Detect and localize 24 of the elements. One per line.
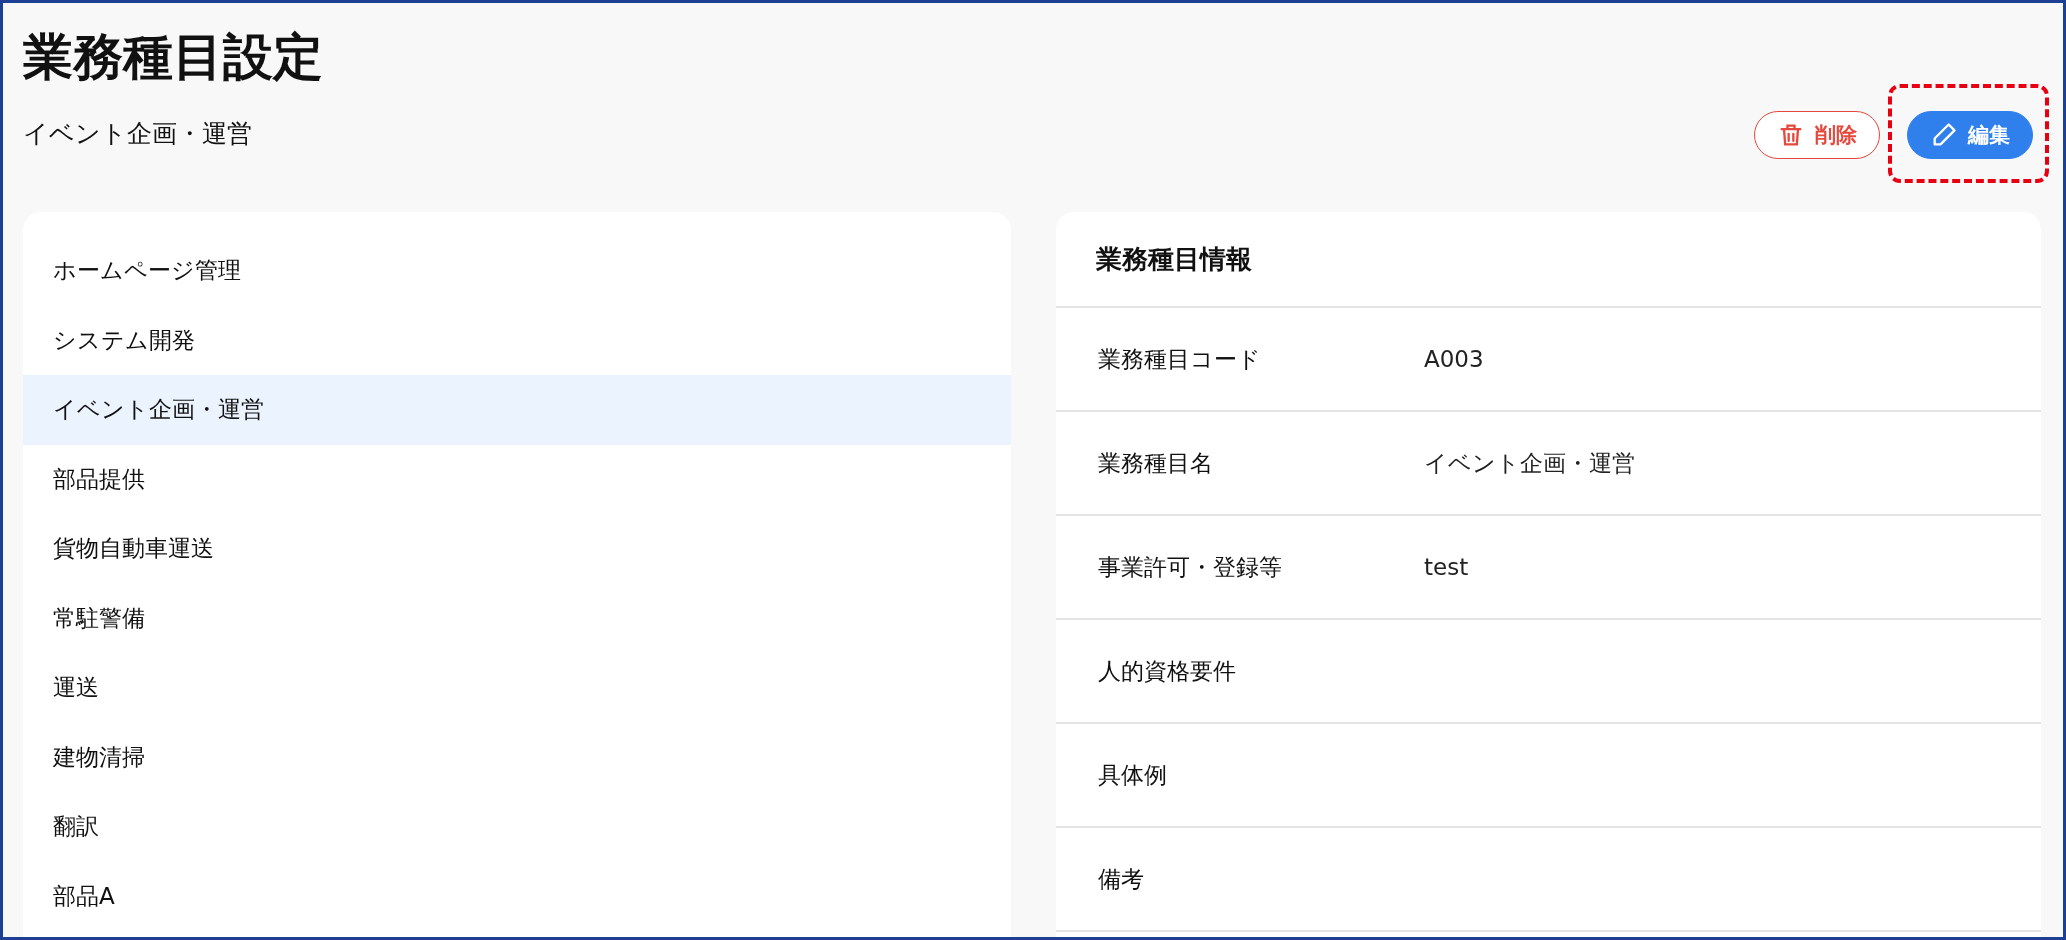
list-item[interactable]: 部品提供 [23,444,1011,514]
list-item[interactable]: 部品A [23,861,1011,931]
field-label: 備考 [1097,864,1145,894]
field-value: test [1424,554,1469,580]
field-value: A003 [1424,346,1484,372]
field-label: 業務種目コード [1097,344,1262,374]
list-item[interactable]: 常駐警備 [23,583,1011,653]
list-item[interactable]: イベント企画・運営 [23,375,1011,445]
list-item[interactable]: 運送 [23,653,1011,723]
field-label: 具体例 [1097,760,1168,790]
section-heading: 業務種目情報 [1056,212,2041,308]
list-item[interactable]: ホームページ管理 [23,236,1011,306]
field-label: 人的資格要件 [1097,656,1237,686]
field-label: 業務種目名 [1097,448,1214,478]
list-item[interactable]: システム開発 [23,305,1011,375]
page-title: 業務種目設定 [23,27,323,87]
field-value: イベント企画・運営 [1424,448,1635,478]
delete-button[interactable]: 削除 [1754,111,1880,159]
field-label: 事業許可・登録等 [1097,552,1283,582]
edit-button[interactable]: 編集 [1907,111,2033,159]
page-subtitle: イベント企画・運営 [23,118,253,150]
list-item[interactable]: 翻訳 [23,792,1011,862]
list-item[interactable]: 貨物自動車運送 [23,514,1011,584]
list-item[interactable]: 建物清掃 [23,722,1011,792]
